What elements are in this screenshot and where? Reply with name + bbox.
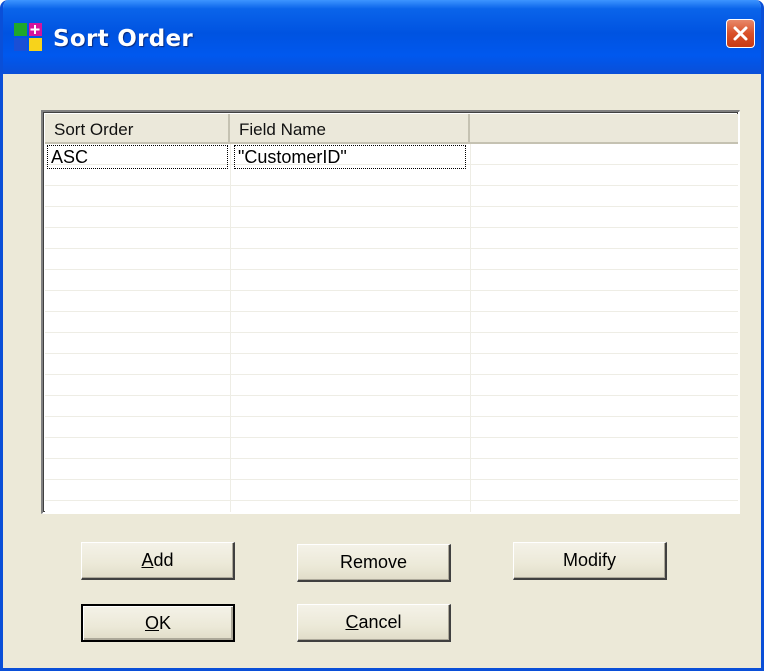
table-row[interactable] [45, 417, 738, 438]
table-row[interactable] [45, 249, 738, 270]
remove-button[interactable]: Remove [297, 544, 451, 582]
table-row[interactable] [45, 480, 738, 501]
table-row[interactable] [45, 291, 738, 312]
cancel-button[interactable]: Cancel [297, 604, 451, 642]
table-row[interactable] [45, 396, 738, 417]
table-row[interactable] [45, 333, 738, 354]
table-row[interactable] [45, 375, 738, 396]
cancel-mnemonic: C [345, 612, 359, 632]
column-divider [230, 144, 231, 512]
colored-squares-icon [14, 23, 42, 51]
table-row[interactable] [45, 207, 738, 228]
table-row[interactable] [45, 228, 738, 249]
ok-button[interactable]: OK [81, 604, 235, 642]
ok-mnemonic: O [144, 613, 159, 633]
table-row[interactable] [45, 186, 738, 207]
add-label: dd [153, 550, 174, 570]
table-row[interactable] [45, 354, 738, 375]
cell-field-name[interactable]: "CustomerID" [234, 145, 466, 169]
add-button[interactable]: Add [81, 542, 235, 580]
sort-order-dialog: Sort Order Sort Order Field Name ASC "Cu… [0, 0, 764, 671]
close-button[interactable] [726, 19, 755, 48]
table-row[interactable] [45, 501, 738, 513]
cancel-label: ancel [358, 612, 402, 632]
cell-sort-order[interactable]: ASC [47, 145, 228, 169]
close-x-icon [733, 26, 748, 41]
title-bar[interactable]: Sort Order [3, 0, 761, 74]
column-divider [470, 144, 471, 512]
sort-order-list[interactable]: Sort Order Field Name ASC "CustomerID" [41, 110, 740, 514]
table-row[interactable] [45, 270, 738, 291]
table-row[interactable] [45, 312, 738, 333]
list-rows [45, 144, 738, 512]
table-row[interactable] [45, 438, 738, 459]
add-mnemonic: A [141, 550, 154, 570]
table-row[interactable] [45, 459, 738, 480]
modify-button[interactable]: Modify [513, 542, 667, 580]
ok-label: K [159, 613, 172, 633]
list-header: Sort Order Field Name [45, 114, 738, 144]
column-header-empty[interactable] [470, 114, 738, 144]
column-header-sort-order[interactable]: Sort Order [45, 114, 230, 144]
column-header-field-name[interactable]: Field Name [230, 114, 470, 144]
window-title: Sort Order [53, 26, 194, 52]
